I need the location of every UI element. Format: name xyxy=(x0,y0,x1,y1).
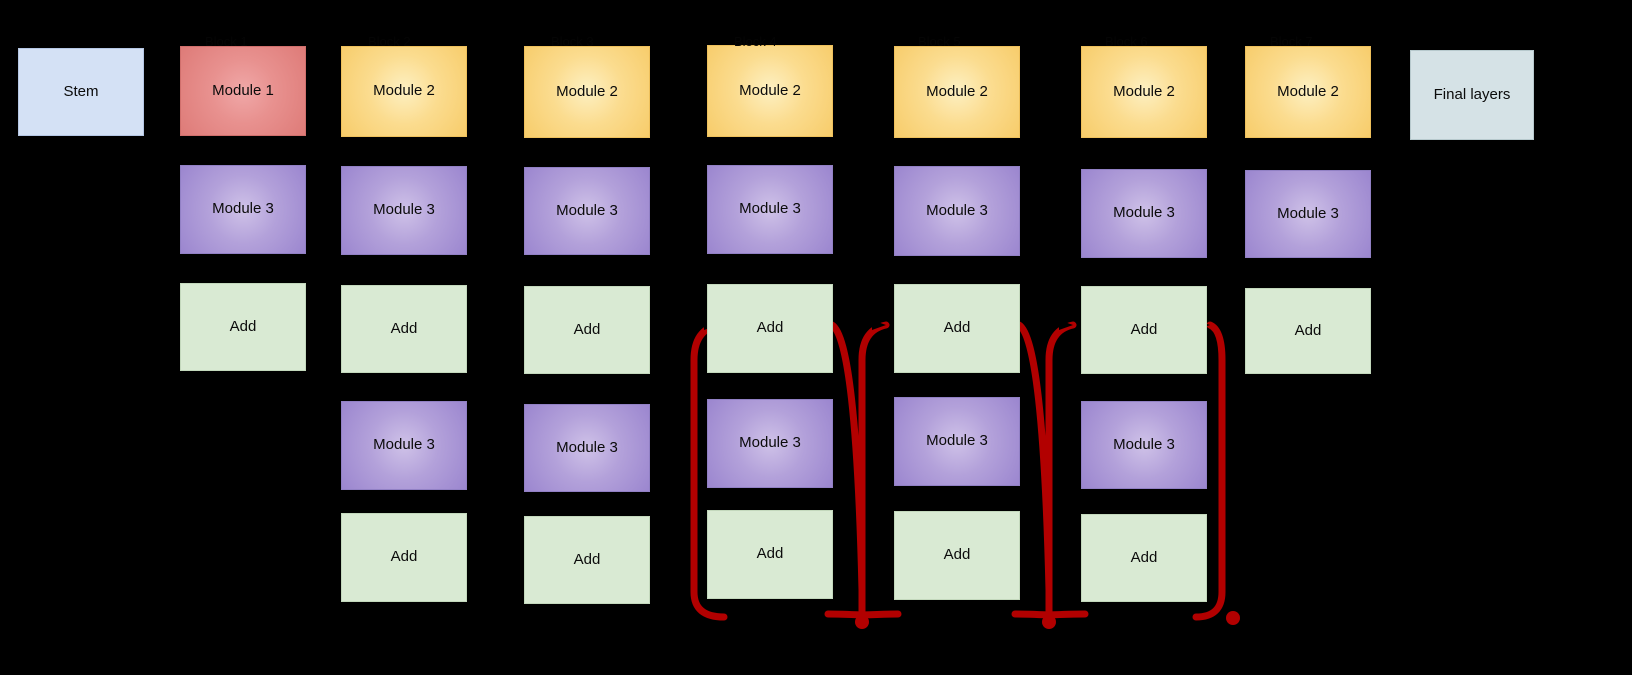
node-c6r4[interactable]: Module 3 xyxy=(1081,401,1207,489)
node-label: Add xyxy=(1294,321,1322,339)
node-label: Module 2 xyxy=(373,82,435,100)
node-label: Add xyxy=(756,545,784,563)
column-header-7: Block 7 xyxy=(1270,34,1313,49)
node-stem[interactable]: Stem xyxy=(18,48,144,136)
node-c5r2[interactable]: Module 3 xyxy=(894,166,1020,256)
node-c4r1[interactable]: Module 2 xyxy=(707,45,833,137)
skip-junction-2 xyxy=(1042,615,1056,629)
node-c5r5[interactable]: Add xyxy=(894,511,1020,600)
node-label: Module 3 xyxy=(926,201,988,219)
node-label: Add xyxy=(390,548,418,566)
node-c6r5[interactable]: Add xyxy=(1081,514,1207,602)
node-label: Add xyxy=(943,319,971,337)
column-header-2: Block 2 xyxy=(368,34,411,49)
skip-arrowhead-2 xyxy=(872,320,886,330)
skip-arrowhead-4 xyxy=(1059,320,1073,330)
node-label: Module 3 xyxy=(739,200,801,218)
node-label: Module 3 xyxy=(739,434,801,452)
node-c7r1[interactable]: Module 2 xyxy=(1245,46,1371,138)
node-label: Module 2 xyxy=(739,81,801,99)
node-label: Add xyxy=(573,550,601,568)
node-c7r3[interactable]: Add xyxy=(1245,288,1371,374)
node-c3r5[interactable]: Add xyxy=(524,516,650,604)
node-label: Module 2 xyxy=(556,82,618,100)
node-c1r2[interactable]: Module 3 xyxy=(180,165,306,254)
node-label: Stem xyxy=(63,82,99,100)
node-c5r1[interactable]: Module 2 xyxy=(894,46,1020,138)
node-c5r3[interactable]: Add xyxy=(894,284,1020,373)
node-label: Module 2 xyxy=(1277,82,1339,100)
column-header-4: Block 4 xyxy=(734,34,777,49)
node-label: Add xyxy=(1130,320,1158,338)
node-label: Module 3 xyxy=(1113,204,1175,222)
skip-junction-1 xyxy=(855,615,869,629)
column-header-6: Block 6 xyxy=(1105,34,1148,49)
column-header-3: Block 3 xyxy=(551,34,594,49)
node-c4r3[interactable]: Add xyxy=(707,284,833,373)
node-label: Add xyxy=(943,546,971,564)
node-c2r5[interactable]: Add xyxy=(341,513,467,602)
node-c4r4[interactable]: Module 3 xyxy=(707,399,833,488)
node-c2r2[interactable]: Module 3 xyxy=(341,166,467,255)
node-c3r4[interactable]: Module 3 xyxy=(524,404,650,492)
node-label: Module 3 xyxy=(556,201,618,219)
node-c6r1[interactable]: Module 2 xyxy=(1081,46,1207,138)
node-label: Module 2 xyxy=(1113,82,1175,100)
node-label: Module 3 xyxy=(373,201,435,219)
node-c2r4[interactable]: Module 3 xyxy=(341,401,467,490)
node-c4r5[interactable]: Add xyxy=(707,510,833,599)
node-label: Final layers xyxy=(1433,85,1511,103)
node-label: Module 3 xyxy=(373,436,435,454)
node-label: Module 3 xyxy=(212,200,274,218)
skip-junction-group xyxy=(855,611,1240,629)
architecture-diagram-canvas: Stem Module 1 Module 3 Add Module 2 Module 3 A… xyxy=(0,0,1632,675)
node-label: Add xyxy=(229,317,257,335)
node-label: Add xyxy=(756,319,784,337)
node-c5r4[interactable]: Module 3 xyxy=(894,397,1020,486)
node-label: Add xyxy=(573,320,601,338)
node-c4r2[interactable]: Module 3 xyxy=(707,165,833,254)
node-c7r2[interactable]: Module 3 xyxy=(1245,170,1371,258)
column-header-5: Block 5 xyxy=(918,34,961,49)
node-c1r3[interactable]: Add xyxy=(180,283,306,371)
node-c1r1[interactable]: Module 1 xyxy=(180,46,306,136)
node-label: Module 3 xyxy=(556,438,618,456)
node-label: Add xyxy=(1130,548,1158,566)
node-label: Module 3 xyxy=(1113,435,1175,453)
node-c6r2[interactable]: Module 3 xyxy=(1081,169,1207,258)
node-final[interactable]: Final layers xyxy=(1410,50,1534,140)
node-c2r1[interactable]: Module 2 xyxy=(341,46,467,137)
node-label: Module 3 xyxy=(1277,204,1339,222)
node-label: Module 3 xyxy=(926,432,988,450)
node-label: Add xyxy=(390,319,418,337)
node-c2r3[interactable]: Add xyxy=(341,285,467,373)
node-label: Module 2 xyxy=(926,82,988,100)
node-c3r1[interactable]: Module 2 xyxy=(524,46,650,138)
node-c3r3[interactable]: Add xyxy=(524,286,650,374)
skip-junction-3 xyxy=(1226,611,1240,625)
node-c6r3[interactable]: Add xyxy=(1081,286,1207,374)
node-label: Module 1 xyxy=(212,81,274,99)
column-header-1: Block 1 xyxy=(205,34,248,49)
node-c3r2[interactable]: Module 3 xyxy=(524,167,650,255)
